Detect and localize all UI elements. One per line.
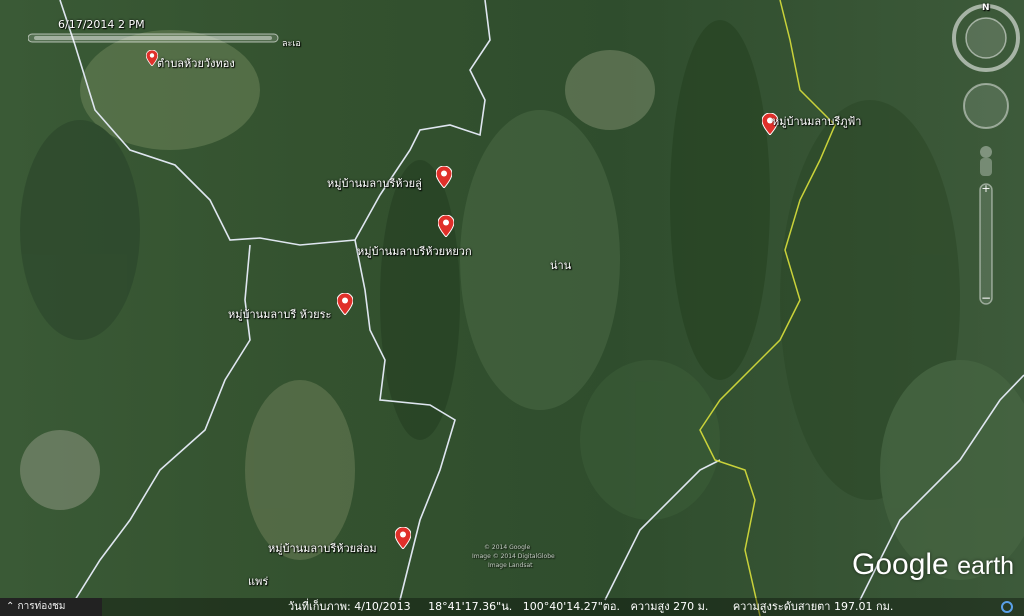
slider-date: 6/17/2014 <box>58 18 115 31</box>
zoom-slider <box>979 183 993 305</box>
historical-imagery-slider[interactable] <box>27 30 284 45</box>
place-label[interactable]: หมู่บ้านมลาบรีห้วยส่อม <box>268 539 377 557</box>
map-pin-icon[interactable] <box>436 166 452 188</box>
streaming-progress-icon <box>1001 601 1013 613</box>
longitude: 100°40'14.27"ตอ. <box>522 600 621 613</box>
street-view-pegman-icon <box>980 146 992 158</box>
svg-text:−: − <box>981 291 991 305</box>
look-joystick <box>963 83 1009 129</box>
satellite-map[interactable]: + − <box>0 0 1024 616</box>
google-earth-logo: Google earth <box>852 548 1014 582</box>
copyright-line2: Image © 2014 DigitalGlobe <box>472 553 555 560</box>
region-label-phrae: แพร่ <box>248 575 269 588</box>
elevation: ความสูง 270 ม. <box>630 600 709 613</box>
slider-time: 2 PM <box>118 18 145 31</box>
logo-google: Google <box>852 548 949 581</box>
place-label[interactable]: หมู่บ้านมลาบรี ห้วยระ <box>228 305 331 323</box>
svg-text:+: + <box>981 182 990 195</box>
status-readout: วันที่เก็บภาพ: 4/10/2013 18°41'17.36"น. … <box>288 598 893 616</box>
map-pin-icon[interactable] <box>395 527 411 549</box>
place-label[interactable]: หมู่บ้านมลาบรีภูฟ้า <box>772 112 861 130</box>
imagery-date: วันที่เก็บภาพ: 4/10/2013 <box>288 600 411 613</box>
tour-guide-button[interactable]: ⌃ การท่องชม <box>0 598 102 616</box>
time-slider-track[interactable] <box>27 31 284 45</box>
place-label[interactable]: หมู่บ้านมลาบรีห้วยลู่ <box>327 174 422 192</box>
map-pin-icon[interactable] <box>337 293 353 315</box>
place-label[interactable]: ตำบลห้วยวังทอง <box>157 54 235 72</box>
slider-zoom-label: ละเอ <box>282 39 301 49</box>
region-label-nan: น่าน <box>550 259 572 272</box>
map-pin-icon[interactable] <box>438 215 454 237</box>
copyright-line3: Image Landsat <box>488 562 533 569</box>
compass-north-label: N <box>982 3 990 13</box>
latitude: 18°41'17.36"น. <box>428 600 513 613</box>
eye-altitude: ความสูงระดับสายตา 197.01 กม. <box>732 600 894 613</box>
copyright-line1: © 2014 Google <box>484 544 531 551</box>
logo-earth: earth <box>957 552 1015 580</box>
place-label[interactable]: หมู่บ้านมลาบรีห้วยหยวก <box>357 242 472 260</box>
